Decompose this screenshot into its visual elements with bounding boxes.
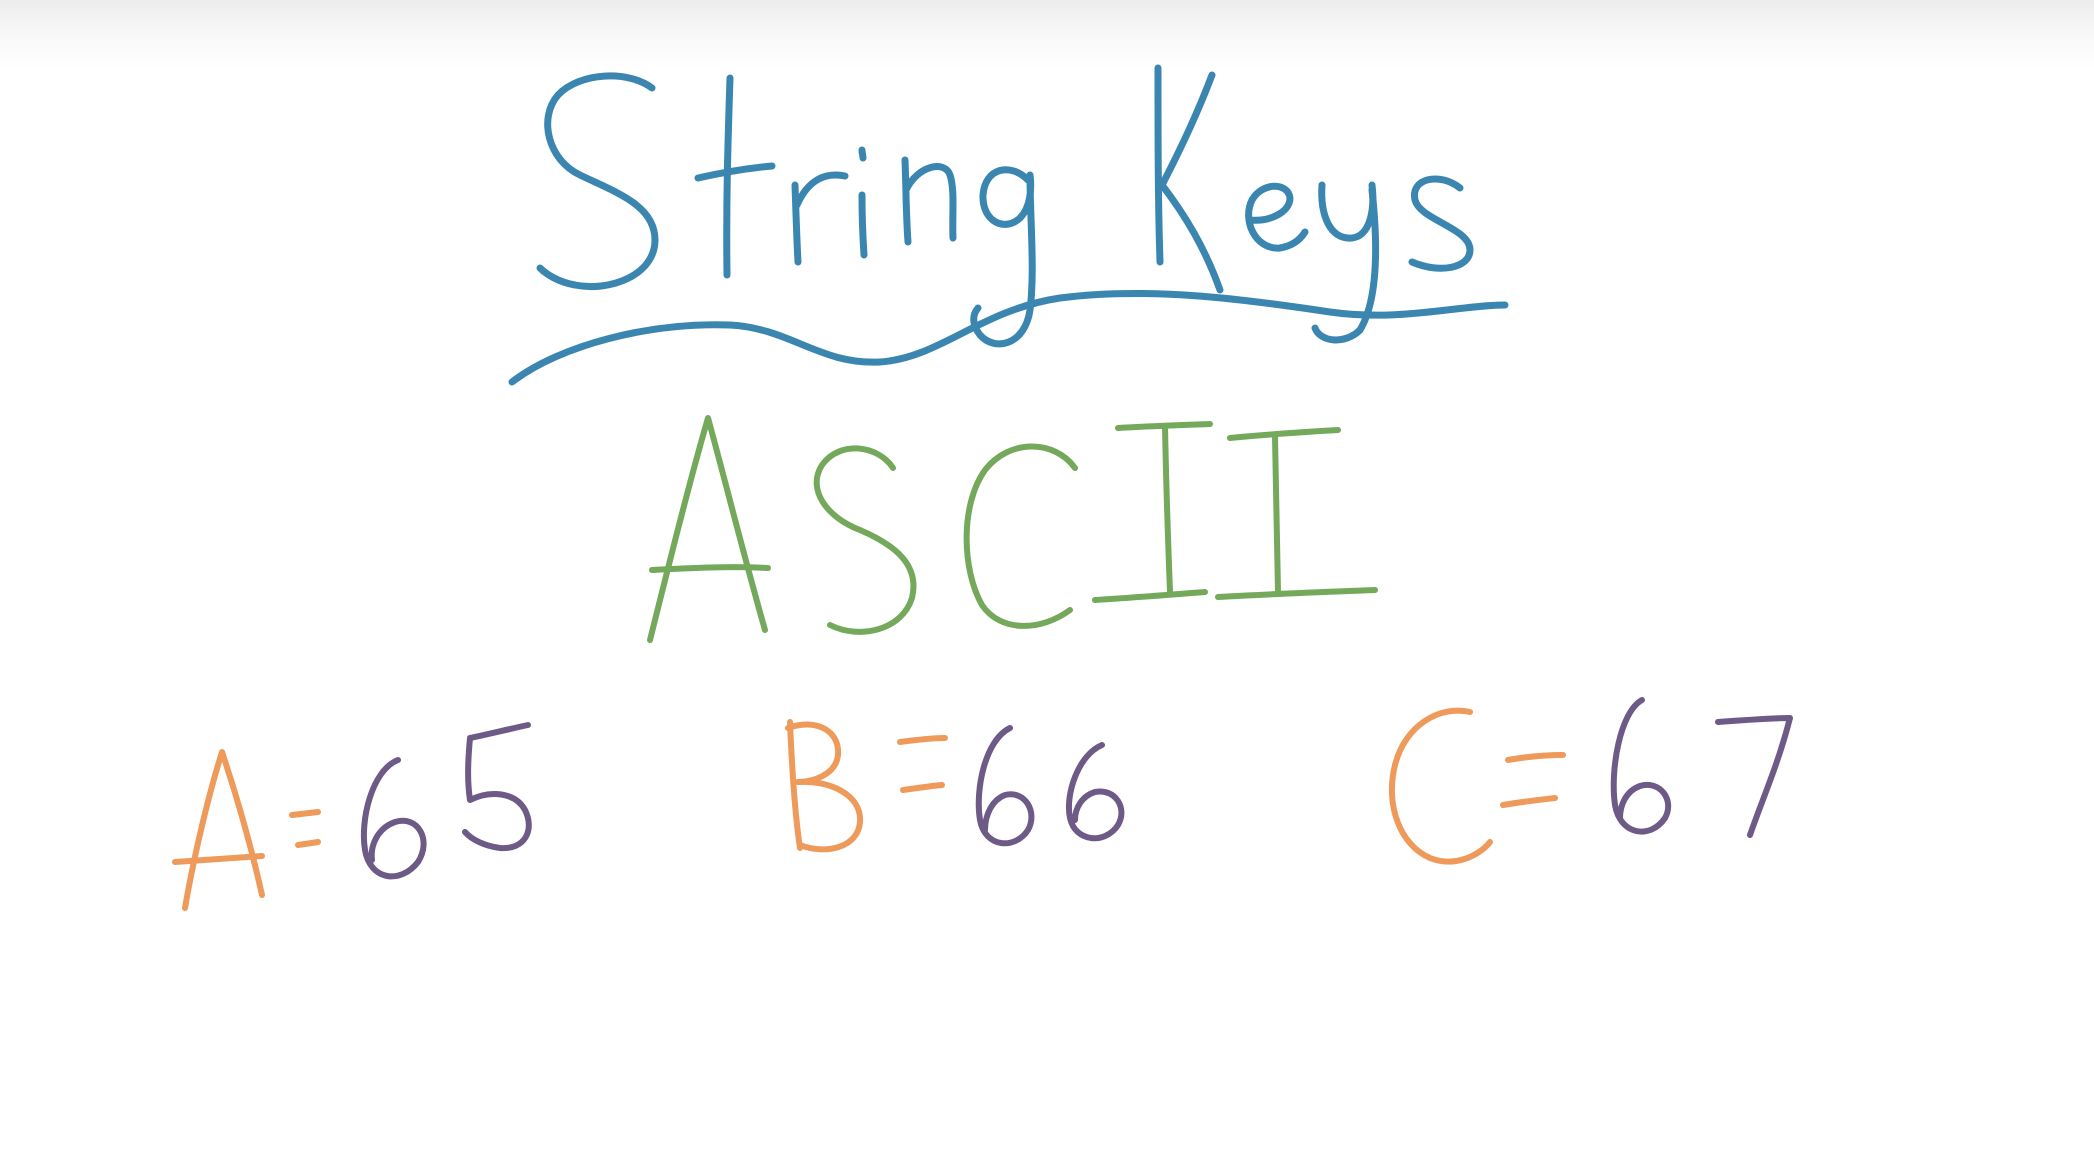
mapping-a-handwriting [172, 722, 532, 911]
title-handwriting [508, 64, 1509, 386]
subtitle-handwriting [647, 415, 1378, 643]
mapping-b-handwriting [785, 719, 1125, 853]
handwriting-drawing [172, 64, 1793, 911]
whiteboard-canvas: String Keys ASCII A = 65 B = 66 C = 67 [0, 0, 2094, 1170]
mapping-c-handwriting [1388, 697, 1793, 865]
